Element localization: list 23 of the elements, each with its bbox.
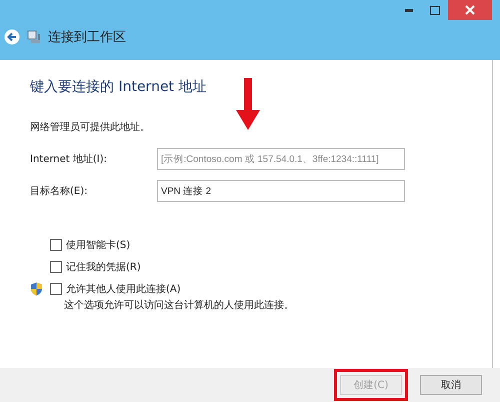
back-button[interactable] xyxy=(4,29,20,45)
input-field[interactable]: VPN 连接 2 xyxy=(157,180,405,202)
checkbox-label: 记住我的凭据(R) xyxy=(66,260,141,274)
checkbox[interactable] xyxy=(50,283,62,295)
description-text: 这个选项允许可以访问这台计算机的人使用此连接。 xyxy=(64,298,295,312)
network-icon xyxy=(26,29,42,45)
minimize-icon xyxy=(405,8,413,12)
field-label: 目标名称(E): xyxy=(30,184,88,198)
input-field[interactable]: [示例:Contoso.com 或 157.54.0.1、3ffe:1234::1111] xyxy=(157,148,405,170)
window-title: 连接到工作区 xyxy=(48,29,126,46)
shield-icon xyxy=(30,282,43,296)
checkbox[interactable] xyxy=(50,239,62,251)
close-button[interactable] xyxy=(448,0,492,20)
annotation-arrow xyxy=(236,78,260,130)
checkbox-label: 允许其他人使用此连接(A) xyxy=(66,282,181,296)
page-heading: 键入要连接的 Internet 地址 xyxy=(30,78,208,96)
checkbox[interactable] xyxy=(50,261,62,273)
close-icon xyxy=(465,5,475,15)
maximize-icon xyxy=(430,6,440,14)
note-text: 网络管理员可提供此地址。 xyxy=(30,120,151,134)
checkbox-label: 使用智能卡(S) xyxy=(66,238,130,252)
field-label: Internet 地址(I): xyxy=(30,152,108,166)
dialog-button[interactable]: 取消 xyxy=(420,375,482,395)
